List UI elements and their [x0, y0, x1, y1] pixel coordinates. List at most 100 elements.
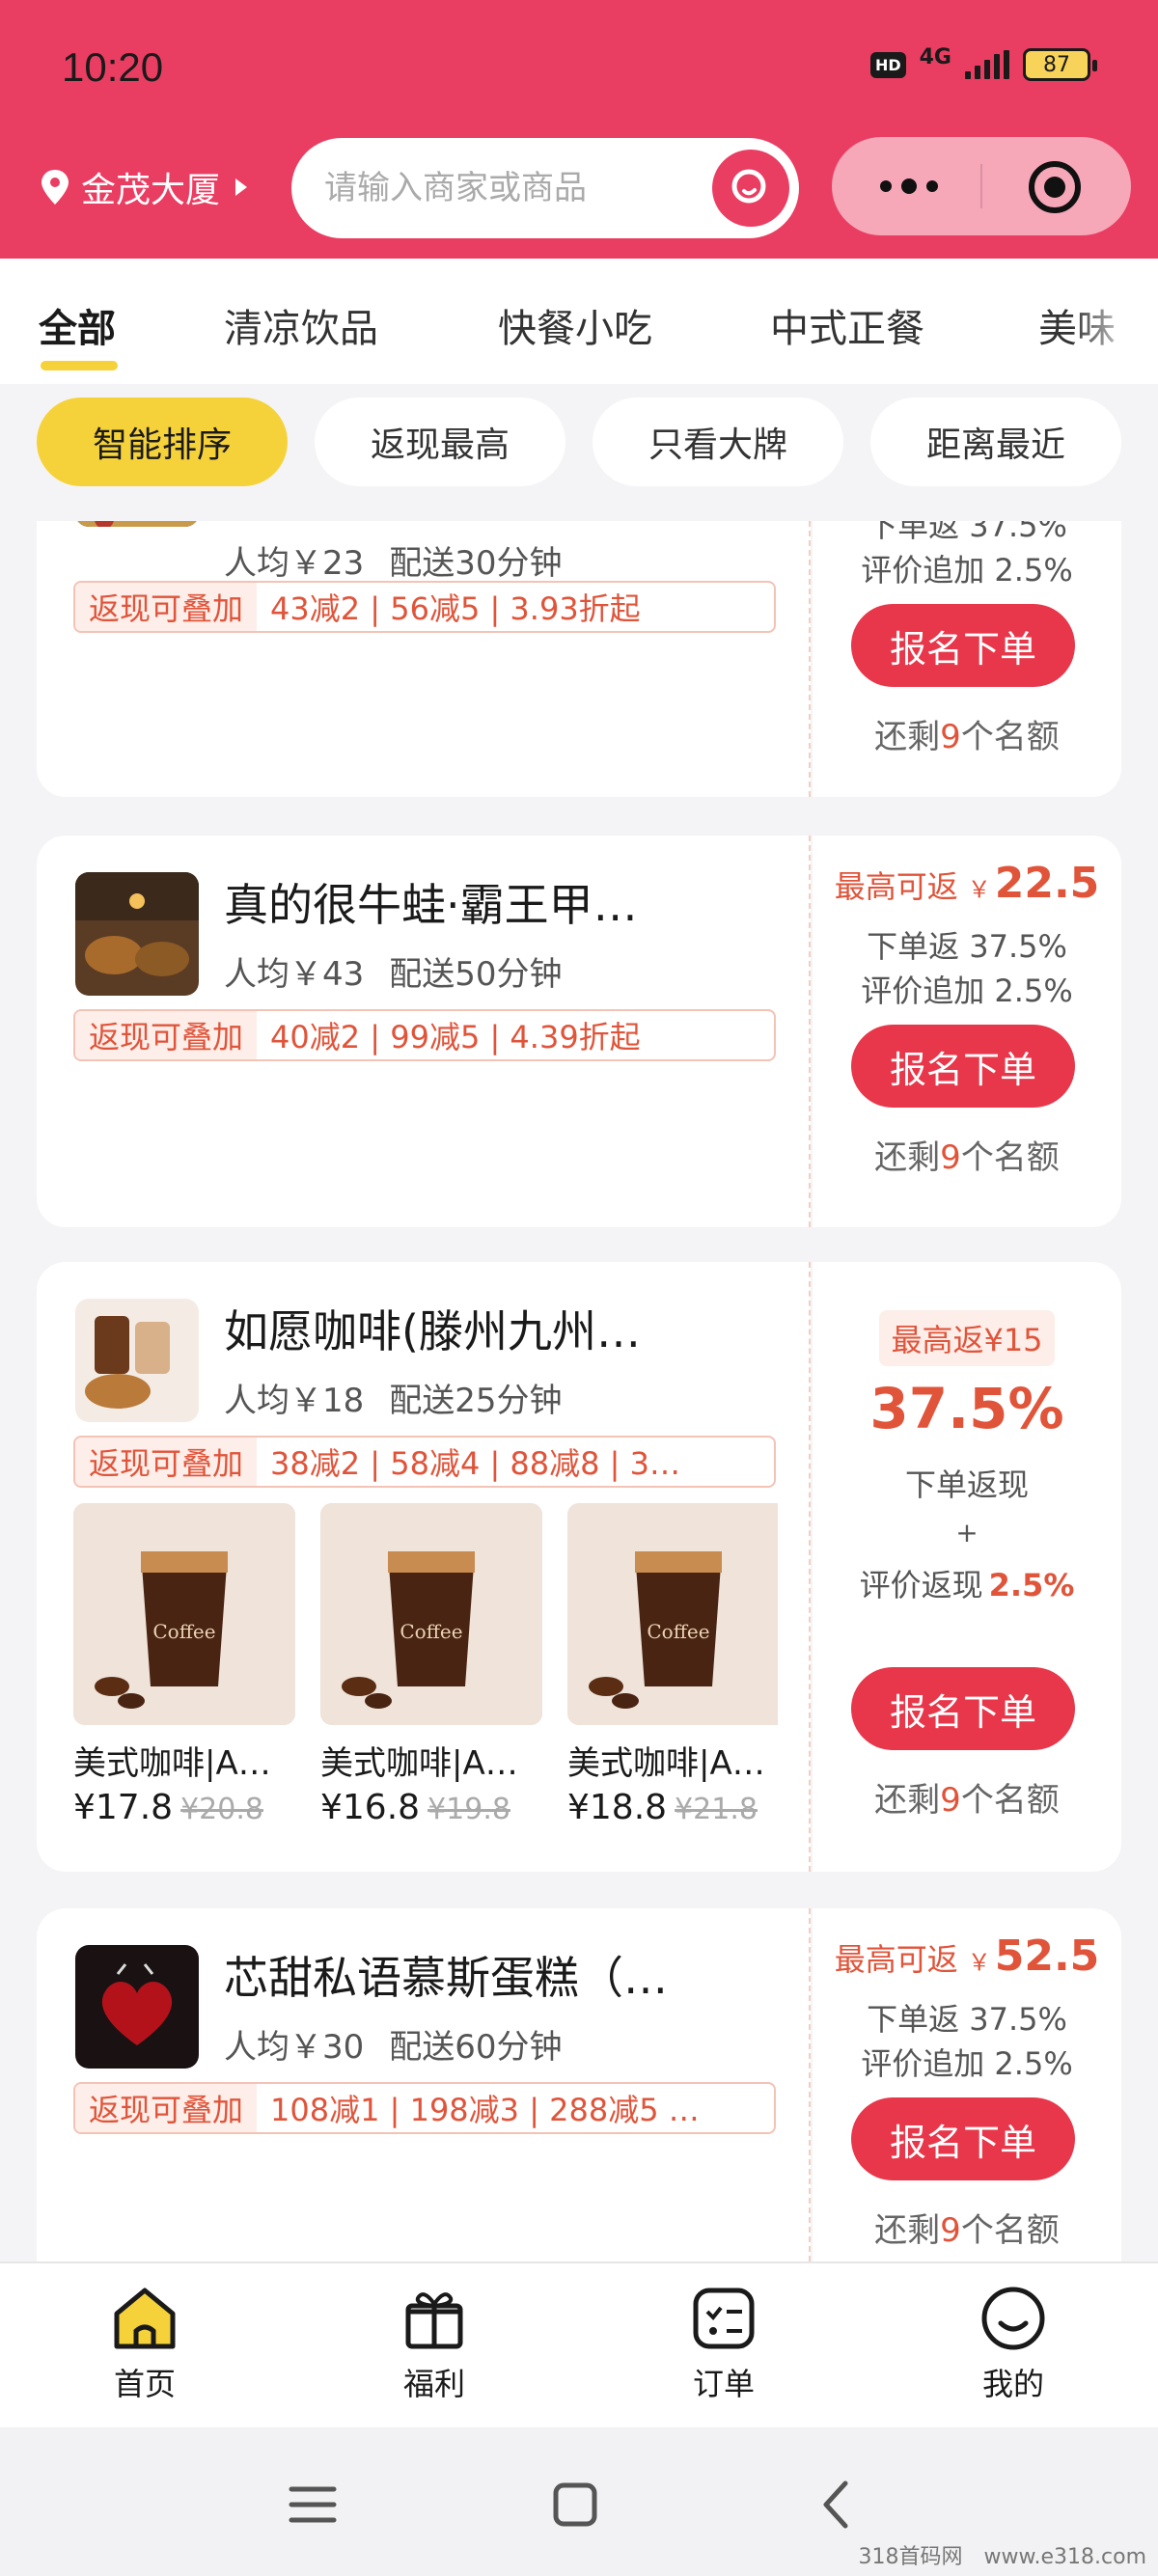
battery-level: 87: [1043, 52, 1070, 77]
watermark: 318首码网 www.e318.com: [858, 2545, 1146, 2569]
svg-text:Coffee: Coffee: [400, 1620, 462, 1643]
mini-program-capsule: [832, 137, 1131, 235]
avg-price: 人均￥18: [224, 1382, 365, 1420]
shop-card[interactable]: 如愿咖啡(滕州九州… 人均￥18 配送25分钟 返现可叠加 38减2 | 58减4…: [37, 1262, 1121, 1872]
cashback-panel: 最高返¥15 37.5% 下单返现 + 评价返现 2.5% 报名下单 还剩9个名额: [813, 1262, 1121, 1872]
product-item[interactable]: Coffee 美式咖啡|A… ¥18.8 ¥21.8: [567, 1503, 778, 1827]
product-item[interactable]: Coffee 美式咖啡|A… ¥16.8 ¥19.8: [320, 1503, 542, 1827]
nav-home[interactable]: 首页: [68, 2283, 222, 2404]
category-tabs: 全部 清凉饮品 快餐小吃 中式正餐 美味: [0, 259, 1158, 384]
caret-right-icon: [235, 178, 248, 196]
product-name: 美式咖啡|A…: [73, 1744, 271, 1783]
max-cashback-amount: 52.5: [994, 1932, 1100, 1981]
remaining-count: 9: [940, 1781, 961, 1820]
product-price: ¥16.8 ¥19.8: [320, 1788, 542, 1827]
location-selector[interactable]: 金茂大厦: [39, 162, 248, 212]
status-icons: HD 4G 87: [869, 45, 1097, 81]
eval-cashback: 评价返现 2.5%: [813, 1561, 1121, 1605]
max-cashback: 最高返¥15: [813, 1310, 1121, 1366]
shop-meta: 人均￥18 配送25分钟: [224, 1374, 563, 1421]
original-price: ¥20.8: [180, 1793, 263, 1826]
eval-cashback: 评价追加 2.5%: [861, 2045, 1073, 2082]
location-pin-icon: [41, 170, 69, 205]
menu-icon[interactable]: [284, 2476, 342, 2534]
more-icon[interactable]: [870, 170, 948, 203]
search-bar[interactable]: [291, 138, 799, 238]
tab-chinese-meal[interactable]: 中式正餐: [770, 297, 924, 353]
home-square-icon[interactable]: [546, 2476, 604, 2534]
search-button[interactable]: [712, 150, 789, 227]
max-cashback-badge: 最高返¥15: [879, 1310, 1055, 1366]
shop-card-info[interactable]: 如愿咖啡(滕州九州… 人均￥18 配送25分钟 返现可叠加 38减2 | 58减4…: [37, 1262, 811, 1872]
order-cashback: 下单返 37.5%: [867, 2001, 1067, 2038]
delivery-time: 配送60分钟: [389, 2028, 563, 2067]
nav-orders[interactable]: 订单: [647, 2283, 801, 2404]
promo-bar: 返现可叠加 40减2 | 99减5 | 4.39折起: [73, 1009, 776, 1061]
remaining-count: 9: [940, 1138, 961, 1177]
chip-nearest[interactable]: 距离最近: [870, 397, 1121, 486]
home-icon: [114, 2288, 176, 2349]
shop-card[interactable]: 真的很牛蛙·霸王甲… 人均￥43 配送50分钟 返现可叠加 40减2 | 99减5…: [37, 836, 1121, 1227]
signup-order-button[interactable]: 报名下单: [851, 2097, 1075, 2180]
shop-card[interactable]: 人均￥23 配送30分钟 返现可叠加 43减2 | 56减5 | 3.93折起 下…: [37, 521, 1121, 797]
delivery-time: 配送30分钟: [389, 544, 563, 583]
nav-label: 我的: [981, 2366, 1044, 2402]
product-name: 美式咖啡|A…: [320, 1744, 518, 1783]
cashback-percent: 37.5%: [869, 1376, 1064, 1441]
remaining-suffix: 个名额: [960, 1781, 1060, 1820]
sort-chips: 智能排序 返现最高 只看大牌 距离最近: [0, 384, 1158, 521]
shop-card[interactable]: 芯甜私语慕斯蛋糕（… 人均￥30 配送60分钟 返现可叠加 108减1 | 198…: [37, 1908, 1121, 2261]
nav-mine[interactable]: 我的: [936, 2283, 1090, 2404]
promo-text: 38减2 | 58减4 | 88减8 | 3…: [270, 1445, 680, 1482]
product-image: Coffee: [567, 1503, 778, 1725]
signup-order-button[interactable]: 报名下单: [851, 604, 1075, 687]
shop-thumbnail: [75, 1299, 199, 1422]
remaining-slots: 还剩9个名额: [813, 710, 1121, 757]
shop-card-info[interactable]: 芯甜私语慕斯蛋糕（… 人均￥30 配送60分钟 返现可叠加 108减1 | 198…: [37, 1908, 811, 2261]
promo-text: 40减2 | 99减5 | 4.39折起: [270, 1019, 641, 1055]
promo-bar: 返现可叠加 43减2 | 56减5 | 3.93折起: [73, 581, 776, 633]
shop-card-info[interactable]: 人均￥23 配送30分钟 返现可叠加 43减2 | 56减5 | 3.93折起: [37, 521, 811, 797]
promo-tag: 返现可叠加: [75, 583, 258, 631]
chip-smart-sort[interactable]: 智能排序: [37, 397, 288, 486]
eval-cashback: 评价追加 2.5%: [861, 552, 1073, 589]
remaining-slots: 还剩9个名额: [813, 1773, 1121, 1821]
back-icon[interactable]: [809, 2476, 867, 2534]
search-input[interactable]: [324, 169, 691, 207]
status-time: 10:20: [62, 44, 164, 90]
promo-text: 43减2 | 56减5 | 3.93折起: [270, 590, 641, 627]
cashback-panel: 最高可返 ￥52.5 下单返 37.5% 评价追加 2.5% 报名下单 还剩9个名…: [813, 1908, 1121, 2261]
promo-tag: 返现可叠加: [75, 1438, 258, 1486]
location-label: 金茂大厦: [81, 171, 221, 210]
cashback-panel: 最高可返 ￥22.5 下单返 37.5% 评价追加 2.5% 报名下单 还剩9个名…: [813, 836, 1121, 1227]
chip-highest-cashback[interactable]: 返现最高: [315, 397, 565, 486]
delivery-time: 配送25分钟: [389, 1382, 563, 1420]
order-list-icon: [693, 2288, 755, 2349]
tab-fast-food[interactable]: 快餐小吃: [498, 297, 652, 353]
shop-name: 芯甜私语慕斯蛋糕（…: [224, 1952, 668, 2004]
signup-order-button[interactable]: 报名下单: [851, 1025, 1075, 1108]
shop-meta: 人均￥30 配送60分钟: [224, 2020, 563, 2068]
nav-label: 福利: [402, 2366, 465, 2402]
promo-bar: 返现可叠加 108减1 | 198减3 | 288减5 …: [73, 2082, 776, 2134]
chip-brands-only[interactable]: 只看大牌: [593, 397, 843, 486]
remaining-prefix: 还剩: [874, 2211, 941, 2250]
shop-card-info[interactable]: 真的很牛蛙·霸王甲… 人均￥43 配送50分钟 返现可叠加 40减2 | 99减5…: [37, 836, 811, 1227]
shop-thumbnail: [75, 1945, 199, 2069]
nav-welfare[interactable]: 福利: [357, 2283, 511, 2404]
signup-order-button[interactable]: 报名下单: [851, 1667, 1075, 1750]
product-image: Coffee: [73, 1503, 295, 1725]
nav-label: 首页: [113, 2366, 176, 2402]
close-target-icon[interactable]: [1028, 160, 1082, 214]
tab-cold-drinks[interactable]: 清凉饮品: [224, 297, 378, 353]
remaining-suffix: 个名额: [960, 2211, 1060, 2250]
battery-icon: 87: [1023, 48, 1097, 81]
smile-icon: [981, 2287, 1045, 2350]
promo-tag: 返现可叠加: [75, 2084, 258, 2132]
product-price: ¥17.8 ¥20.8: [73, 1788, 295, 1827]
order-cashback: 下单返 37.5%: [867, 521, 1067, 544]
active-tab-indicator: [41, 361, 118, 370]
product-item[interactable]: Coffee 美式咖啡|A… ¥17.8 ¥20.8: [73, 1503, 295, 1827]
nav-label: 订单: [692, 2366, 755, 2402]
tab-all[interactable]: 全部: [39, 297, 116, 353]
